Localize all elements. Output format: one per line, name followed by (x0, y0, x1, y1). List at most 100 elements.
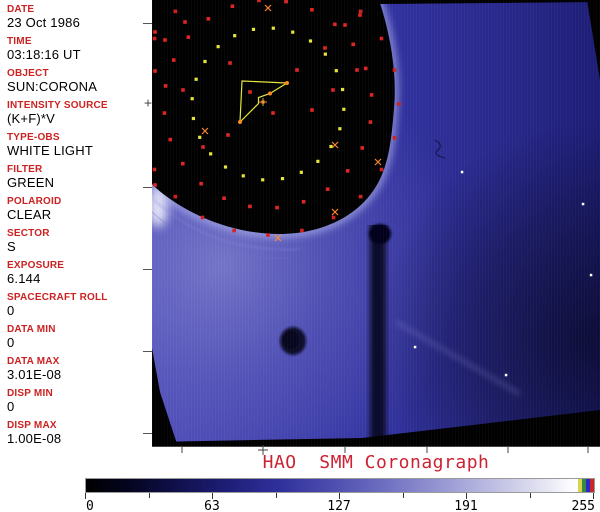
fiducial-dot (209, 152, 213, 156)
colorbar-tick (148, 493, 150, 498)
fiducial-dot (325, 187, 330, 191)
metadata-panel: DATE 23 Oct 1986 TIME 03:18:16 UT OBJECT SUN:… (0, 0, 152, 460)
fiducial-dot (363, 66, 368, 71)
metadata-field: FILTER GREEN (7, 164, 152, 190)
fiducial-dot (222, 196, 226, 201)
fiducial-dot (228, 61, 232, 65)
fiducial-dot (190, 97, 194, 101)
fiducial-dot (341, 87, 345, 92)
occulter-pylon (366, 224, 391, 447)
fiducial-dot (194, 77, 198, 81)
field-label: DISP MIN (7, 388, 53, 399)
fiducial-dot (248, 204, 252, 209)
colorbar-tick-label: 0 (86, 499, 94, 512)
fiducial-dot (181, 88, 185, 92)
fiducial-dot (358, 13, 362, 17)
fiducial-dot (206, 17, 211, 21)
fiducial-dot (163, 84, 168, 88)
image-title: HAO SMM Coronagraph (262, 452, 490, 473)
metadata-field: DATA MAX 3.01E-08 (7, 356, 152, 382)
fiducial-dot (266, 233, 270, 237)
fiducial-dot (333, 22, 337, 27)
fiducial-dot (331, 215, 336, 220)
fiducial-dot (392, 68, 397, 72)
fiducial-dot (369, 93, 374, 97)
fiducial-dot (338, 127, 342, 131)
metadata-field: TIME 03:18:16 UT (7, 36, 152, 62)
fiducial-dot (275, 205, 279, 210)
fiducial-dot (153, 30, 157, 34)
polygon-vertex-dot (238, 120, 242, 124)
fiducial-dot (152, 36, 157, 41)
fiducial-dot (379, 167, 384, 172)
left-axis-tick (143, 23, 152, 24)
fiducial-dot (181, 161, 185, 166)
fiducial-dot (233, 34, 237, 38)
occulting-disk (152, 0, 395, 234)
fiducial-dot (316, 159, 320, 163)
fiducial-dot (232, 228, 236, 233)
field-label: POLAROID (7, 196, 62, 207)
field-label: INTENSITY SOURCE (7, 100, 108, 111)
field-label: DATA MIN (7, 324, 56, 335)
fiducial-dot (291, 30, 295, 34)
fiducial-dot (331, 88, 335, 92)
left-axis-tick (143, 269, 152, 270)
field-label: OBJECT (7, 68, 49, 79)
field-label: SPACECRAFT ROLL (7, 292, 108, 303)
pylon-knob (369, 224, 391, 244)
fiducial-dot (226, 133, 230, 137)
left-axis-tick (143, 433, 152, 434)
fiducial-dot (257, 0, 261, 3)
field-value: SUN:CORONA (7, 79, 98, 94)
fiducial-dot (271, 26, 275, 30)
colorbar-tick (275, 493, 277, 498)
field-value: (K+F)*V (7, 111, 55, 126)
fiducial-dot (223, 165, 228, 169)
fiducial-dot (153, 183, 157, 187)
fiducial-dot (343, 23, 347, 27)
fiducial-dot (203, 59, 207, 64)
fiducial-dot (284, 0, 288, 4)
fiducial-dot (168, 137, 173, 142)
metadata-field: POLAROID CLEAR (7, 196, 152, 222)
fiducial-dot (198, 135, 202, 139)
fiducial-dot (173, 194, 178, 199)
fiducial-dot (358, 9, 363, 14)
field-value: 6.144 (7, 271, 41, 286)
metadata-field: TYPE-OBS WHITE LIGHT (7, 132, 152, 158)
star-point (460, 170, 464, 174)
star-point (581, 202, 585, 206)
field-label: DATE (7, 4, 35, 15)
field-value: 03:18:16 UT (7, 47, 81, 62)
star-point (413, 345, 417, 349)
fiducial-dot (280, 177, 285, 181)
colorbar-tick-label: 127 (327, 499, 351, 512)
fiducial-dot (368, 120, 373, 124)
fiducial-dot (171, 58, 176, 62)
fiducial-dot (351, 42, 355, 47)
fiducial-dot (162, 111, 167, 115)
colorbar-tick-label: 191 (454, 499, 478, 512)
fiducial-dot (310, 7, 314, 12)
fiducial-dot (397, 102, 401, 106)
colorbar-gradient (85, 478, 595, 493)
metadata-field: DATA MIN 0 (7, 324, 152, 350)
polygon-vertex-dot (285, 81, 289, 85)
colorbar-overflow-stripe (590, 479, 594, 492)
coronagraph-image (152, 0, 600, 460)
fiducial-dot (153, 69, 157, 73)
fiducial-dot (323, 52, 327, 56)
field-label: SECTOR (7, 228, 50, 239)
fiducial-dot (152, 167, 157, 172)
fiducial-dot (360, 146, 365, 150)
fiducial-dot (248, 90, 252, 94)
field-value: 3.01E-08 (7, 367, 62, 382)
fiducial-dot (323, 46, 327, 50)
fiducial-dot (334, 69, 338, 73)
polygon-vertex-dot (268, 91, 272, 96)
field-value: CLEAR (7, 207, 52, 222)
field-value: 23 Oct 1986 (7, 15, 81, 30)
star-point (504, 373, 508, 377)
fiducial-dot (392, 136, 397, 140)
